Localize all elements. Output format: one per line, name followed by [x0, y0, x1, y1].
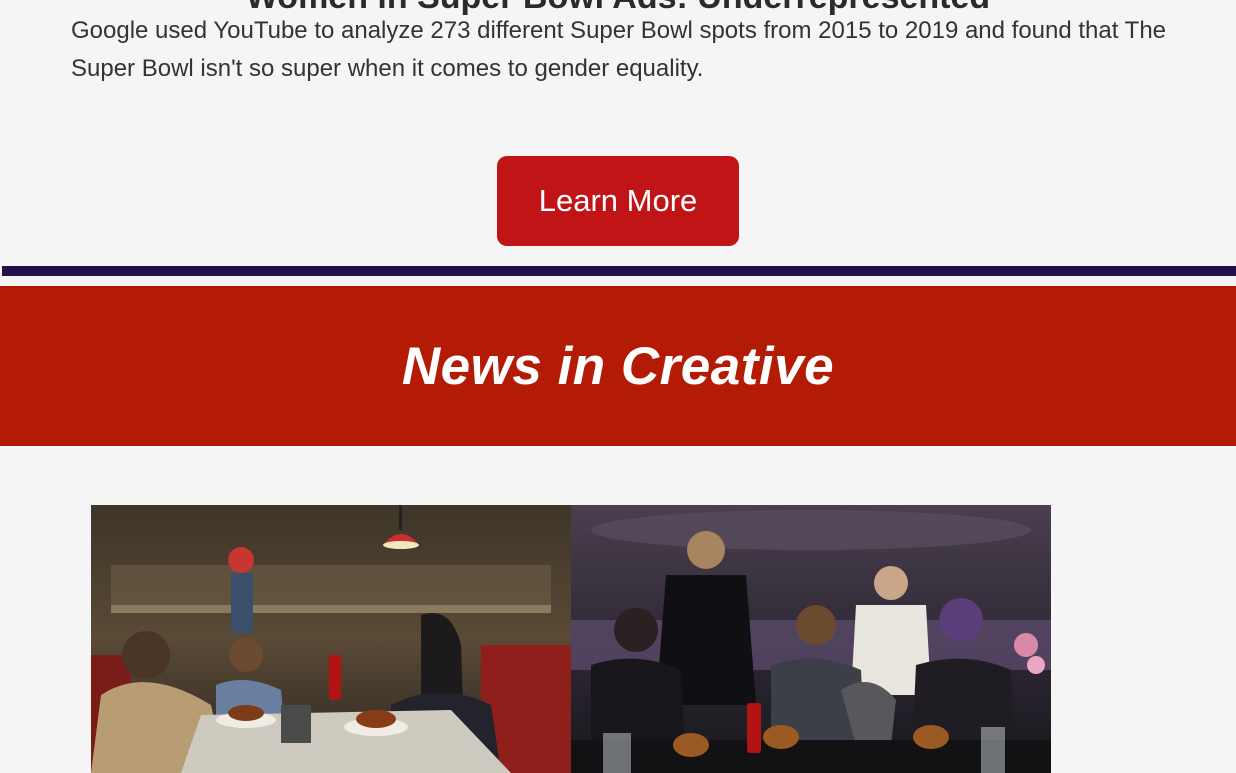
villain-lair-illustration [571, 505, 1051, 773]
cta-container: Learn More [0, 156, 1236, 246]
section-divider [2, 266, 1236, 276]
banner-title: News in Creative [401, 336, 835, 396]
villain-lair-scene-panel [571, 505, 1051, 773]
diner-scene-illustration [91, 505, 571, 773]
diner-scene-panel [91, 505, 571, 773]
learn-more-button[interactable]: Learn More [497, 156, 739, 246]
article-image[interactable] [91, 505, 1051, 773]
news-in-creative-banner: News in Creative [0, 286, 1236, 446]
article-summary: Google used YouTube to analyze 273 diffe… [71, 17, 1167, 82]
